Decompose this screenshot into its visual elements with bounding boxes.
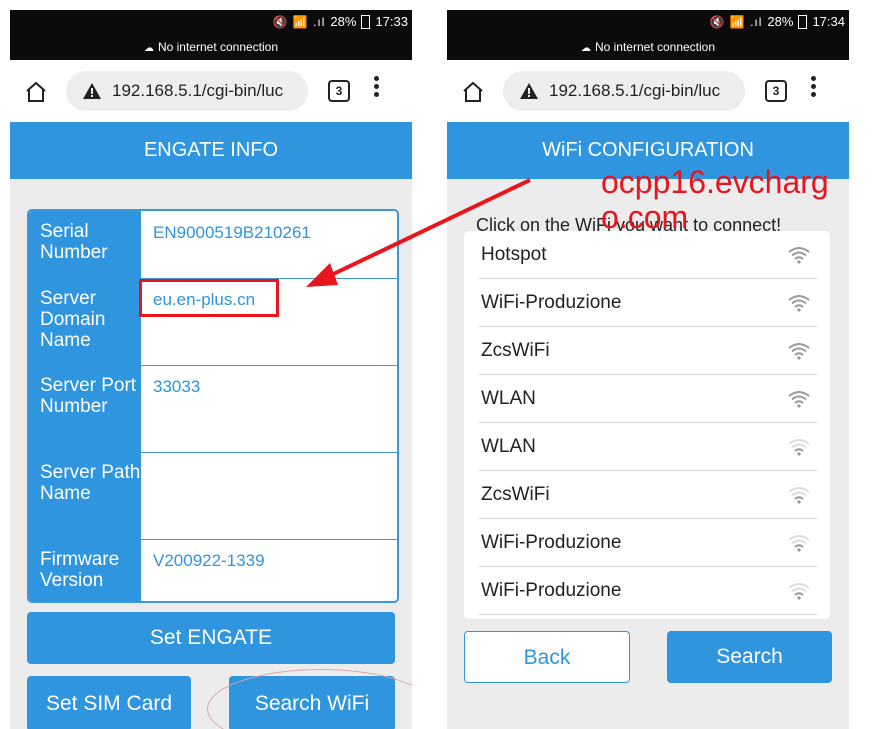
battery-icon [798, 14, 808, 29]
wifi-signal-icon [788, 295, 810, 312]
wifi-list-item[interactable]: WiFi-Produzione [479, 279, 817, 327]
battery-level: 28% [330, 14, 357, 29]
info-label: Firmware Version [29, 539, 141, 601]
wifi-list-item[interactable]: Hotspot [479, 231, 817, 279]
back-button[interactable]: Back [464, 631, 630, 683]
info-row-firmware: Firmware Version V200922-1339 [29, 539, 397, 601]
watermark: ocpp16.evcharg o.com [601, 164, 829, 235]
warning-icon [83, 83, 101, 99]
info-label: Server Path Name [29, 452, 141, 539]
address-bar[interactable]: 192.168.5.1/cgi-bin/luc [66, 71, 308, 111]
wifi-signal-icon [788, 583, 810, 600]
no-internet-banner: ☁ No internet connection [10, 40, 412, 54]
info-label: Serial Number [29, 211, 141, 278]
status-bar: 🔇 📶 .ıl 28% 17:33 ☁ No internet connectio… [10, 10, 412, 60]
page-content: Click on the WiFi you want to connect! H… [447, 165, 849, 729]
status-icons: 🔇 📶 .ıl [709, 14, 763, 29]
status-icons: 🔇 📶 .ıl [272, 14, 326, 29]
page-title: ENGATE INFO [10, 122, 412, 179]
info-label: Server Port Number [29, 365, 141, 452]
tabs-count-icon[interactable]: 3 [765, 80, 787, 102]
battery-icon [361, 14, 371, 29]
info-value: EN9000519B210261 [153, 223, 311, 242]
no-internet-text: No internet connection [157, 40, 279, 54]
home-icon[interactable] [24, 80, 48, 104]
no-internet-banner: ☁ No internet connection [447, 40, 849, 54]
phone-screen-engate-info: 🔇 📶 .ıl 28% 17:33 ☁ No internet connectio… [10, 10, 412, 729]
wifi-name: ZcsWiFi [481, 340, 550, 361]
wifi-list-item[interactable]: WiFi-Produzione [479, 567, 817, 615]
wifi-name: WLAN [481, 436, 536, 457]
wifi-signal-icon [788, 247, 810, 264]
wifi-list-item[interactable]: ZcsWiFi [479, 327, 817, 375]
info-value: V200922-1339 [153, 551, 265, 570]
wifi-name: WiFi-Produzione [481, 292, 622, 313]
wifi-name: WiFi-Produzione [481, 580, 622, 601]
browser-toolbar: 192.168.5.1/cgi-bin/luc 3 [447, 60, 849, 122]
page-content: Serial Number EN9000519B210261 Server Do… [10, 179, 412, 729]
info-table: Serial Number EN9000519B210261 Server Do… [27, 209, 399, 603]
wifi-signal-icon [788, 343, 810, 360]
battery-level: 28% [767, 14, 794, 29]
url-text: 192.168.5.1/cgi-bin/luc [549, 81, 721, 100]
wifi-list-item[interactable]: WLAN [479, 423, 817, 471]
wifi-list-item[interactable]: ZcsWiFi [479, 471, 817, 519]
domain-highlight-box [139, 279, 279, 317]
set-engate-button[interactable]: Set ENGATE [27, 612, 395, 664]
wifi-list: Hotspot WiFi-Produzione ZcsWiFi WLAN WLAN Zcs… [464, 231, 830, 619]
url-text: 192.168.5.1/cgi-bin/luc [112, 81, 284, 100]
clock: 17:33 [375, 14, 408, 29]
cloud-off-icon: ☁ [143, 43, 154, 54]
overflow-menu-icon[interactable] [374, 76, 380, 100]
wifi-signal-icon [788, 391, 810, 408]
wifi-signal-icon [788, 439, 810, 456]
wifi-name: Hotspot [481, 244, 547, 265]
set-sim-card-button[interactable]: Set SIM Card [27, 676, 191, 729]
search-button[interactable]: Search [667, 631, 832, 683]
cloud-off-icon: ☁ [580, 43, 591, 54]
overflow-menu-icon[interactable] [811, 76, 817, 100]
address-bar[interactable]: 192.168.5.1/cgi-bin/luc [503, 71, 745, 111]
info-row-port: Server Port Number 33033 [29, 365, 397, 453]
wifi-signal-icon [788, 487, 810, 504]
wifi-signal-icon [788, 535, 810, 552]
browser-toolbar: 192.168.5.1/cgi-bin/luc 3 [10, 60, 412, 122]
wifi-list-item[interactable]: WLAN [479, 375, 817, 423]
info-label: Server Domain Name [29, 278, 141, 365]
info-row-serial: Serial Number EN9000519B210261 [29, 211, 397, 279]
clock: 17:34 [812, 14, 845, 29]
warning-icon [520, 83, 538, 99]
info-value: 33033 [153, 377, 201, 396]
no-internet-text: No internet connection [594, 40, 716, 54]
tabs-count-icon[interactable]: 3 [328, 80, 350, 102]
wifi-name: ZcsWiFi [481, 484, 550, 505]
status-bar: 🔇 📶 .ıl 28% 17:34 ☁ No internet connectio… [447, 10, 849, 60]
wifi-name: WLAN [481, 388, 536, 409]
wifi-name: WiFi-Produzione [481, 532, 622, 553]
phone-screen-wifi-config: 🔇 📶 .ıl 28% 17:34 ☁ No internet connectio… [447, 10, 849, 729]
wifi-list-item[interactable]: WiFi-Produzione [479, 519, 817, 567]
home-icon[interactable] [461, 80, 485, 104]
info-row-path: Server Path Name [29, 452, 397, 540]
